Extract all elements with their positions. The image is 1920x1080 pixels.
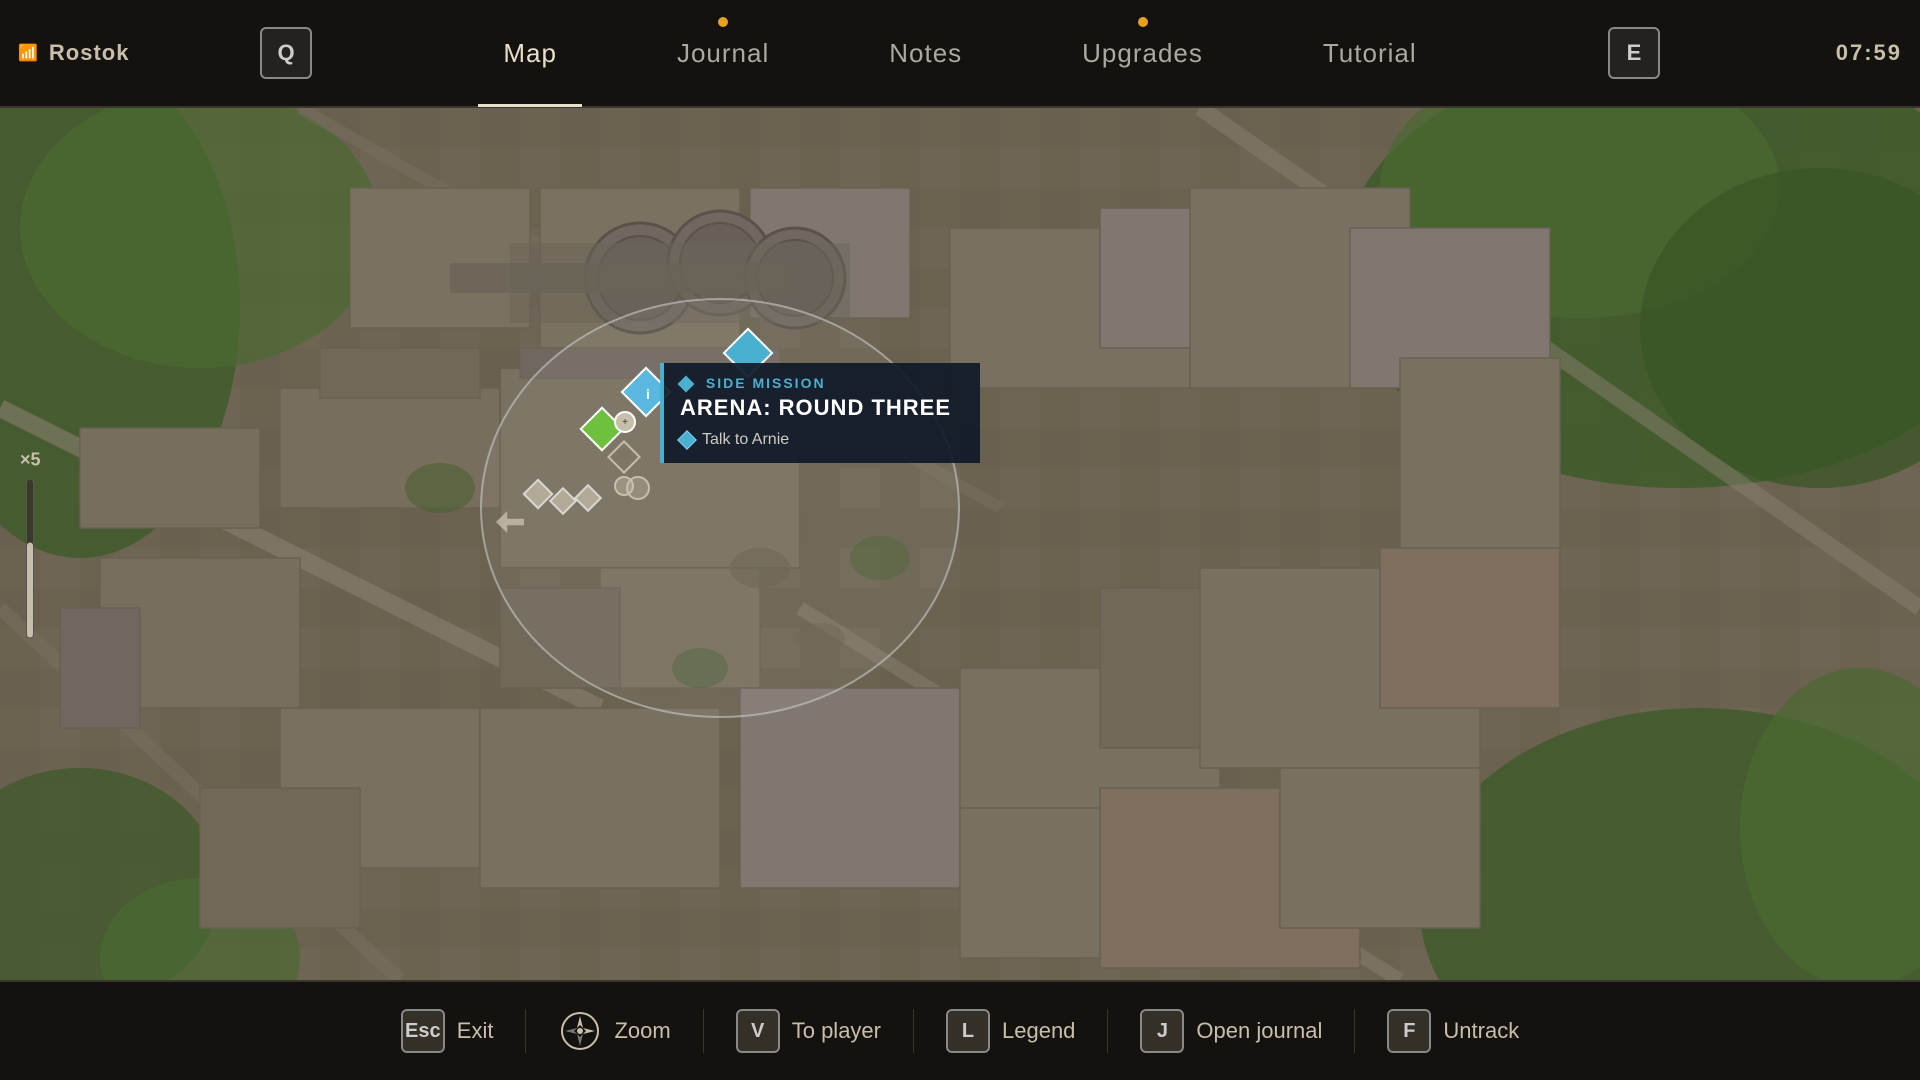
l-key[interactable]: L	[946, 1009, 990, 1053]
mission-tooltip[interactable]: SIDE MISSION ARENA: ROUND THREE Talk to …	[660, 363, 980, 463]
esc-key[interactable]: Esc	[401, 1009, 445, 1053]
mission-name: ARENA: ROUND THREE	[680, 395, 962, 421]
tab-tutorial[interactable]: Tutorial	[1263, 0, 1477, 107]
f-key[interactable]: F	[1387, 1009, 1431, 1053]
zoom-label-bottom: Zoom	[614, 1018, 670, 1044]
journal-dot	[718, 17, 728, 27]
v-key[interactable]: V	[736, 1009, 780, 1053]
map-svg	[0, 108, 1920, 980]
mission-type: SIDE MISSION	[680, 375, 962, 391]
map-area[interactable]: ×5 i +	[0, 108, 1920, 980]
zoom-indicator: ×5	[20, 450, 41, 639]
objective-marker[interactable]	[612, 445, 636, 469]
marker-white-circle[interactable]	[614, 476, 634, 496]
signal-icon: 📶	[18, 43, 39, 63]
j-key[interactable]: J	[1140, 1009, 1184, 1053]
tab-notes[interactable]: Notes	[829, 0, 1022, 107]
to-player-label: To player	[792, 1018, 881, 1044]
action-legend[interactable]: L Legend	[914, 1009, 1108, 1053]
location-name: 📶 Rostok	[18, 40, 129, 66]
marker-arrow[interactable]	[496, 511, 524, 533]
action-zoom[interactable]: Zoom	[526, 1009, 703, 1053]
legend-label: Legend	[1002, 1018, 1075, 1044]
bottombar: Esc Exit Zoom V To player L Le	[0, 980, 1920, 1080]
untrack-label: Untrack	[1443, 1018, 1519, 1044]
exit-label: Exit	[457, 1018, 494, 1044]
marker-small-3[interactable]	[578, 488, 598, 508]
q-key-button[interactable]: Q	[260, 27, 312, 79]
tab-upgrades[interactable]: Upgrades	[1022, 0, 1263, 107]
marker-small-1[interactable]	[527, 483, 549, 505]
topbar: 📶 Rostok Q Map Journal Notes Upgrades Tu…	[0, 0, 1920, 108]
zoom-bar	[26, 479, 34, 639]
action-to-player[interactable]: V To player	[704, 1009, 914, 1053]
zoom-fill	[27, 543, 33, 638]
zoom-label: ×5	[20, 450, 41, 471]
action-untrack[interactable]: F Untrack	[1355, 1009, 1551, 1053]
open-journal-label: Open journal	[1196, 1018, 1322, 1044]
tab-map[interactable]: Map	[443, 0, 617, 107]
map-background: ×5 i +	[0, 108, 1920, 980]
tab-journal[interactable]: Journal	[617, 0, 829, 107]
mission-marker-secondary[interactable]: +	[614, 411, 636, 433]
clock: 07:59	[1836, 40, 1902, 66]
e-key-button[interactable]: E	[1608, 27, 1660, 79]
upgrades-dot	[1138, 17, 1148, 27]
marker-small-2[interactable]	[553, 491, 573, 511]
zoom-icon	[558, 1009, 602, 1053]
action-exit[interactable]: Esc Exit	[369, 1009, 527, 1053]
mission-objective: Talk to Arnie	[680, 431, 962, 449]
zoom-icon-svg	[559, 1010, 601, 1052]
action-open-journal[interactable]: J Open journal	[1108, 1009, 1355, 1053]
objective-diamond	[677, 430, 697, 450]
mission-circle	[480, 298, 960, 718]
